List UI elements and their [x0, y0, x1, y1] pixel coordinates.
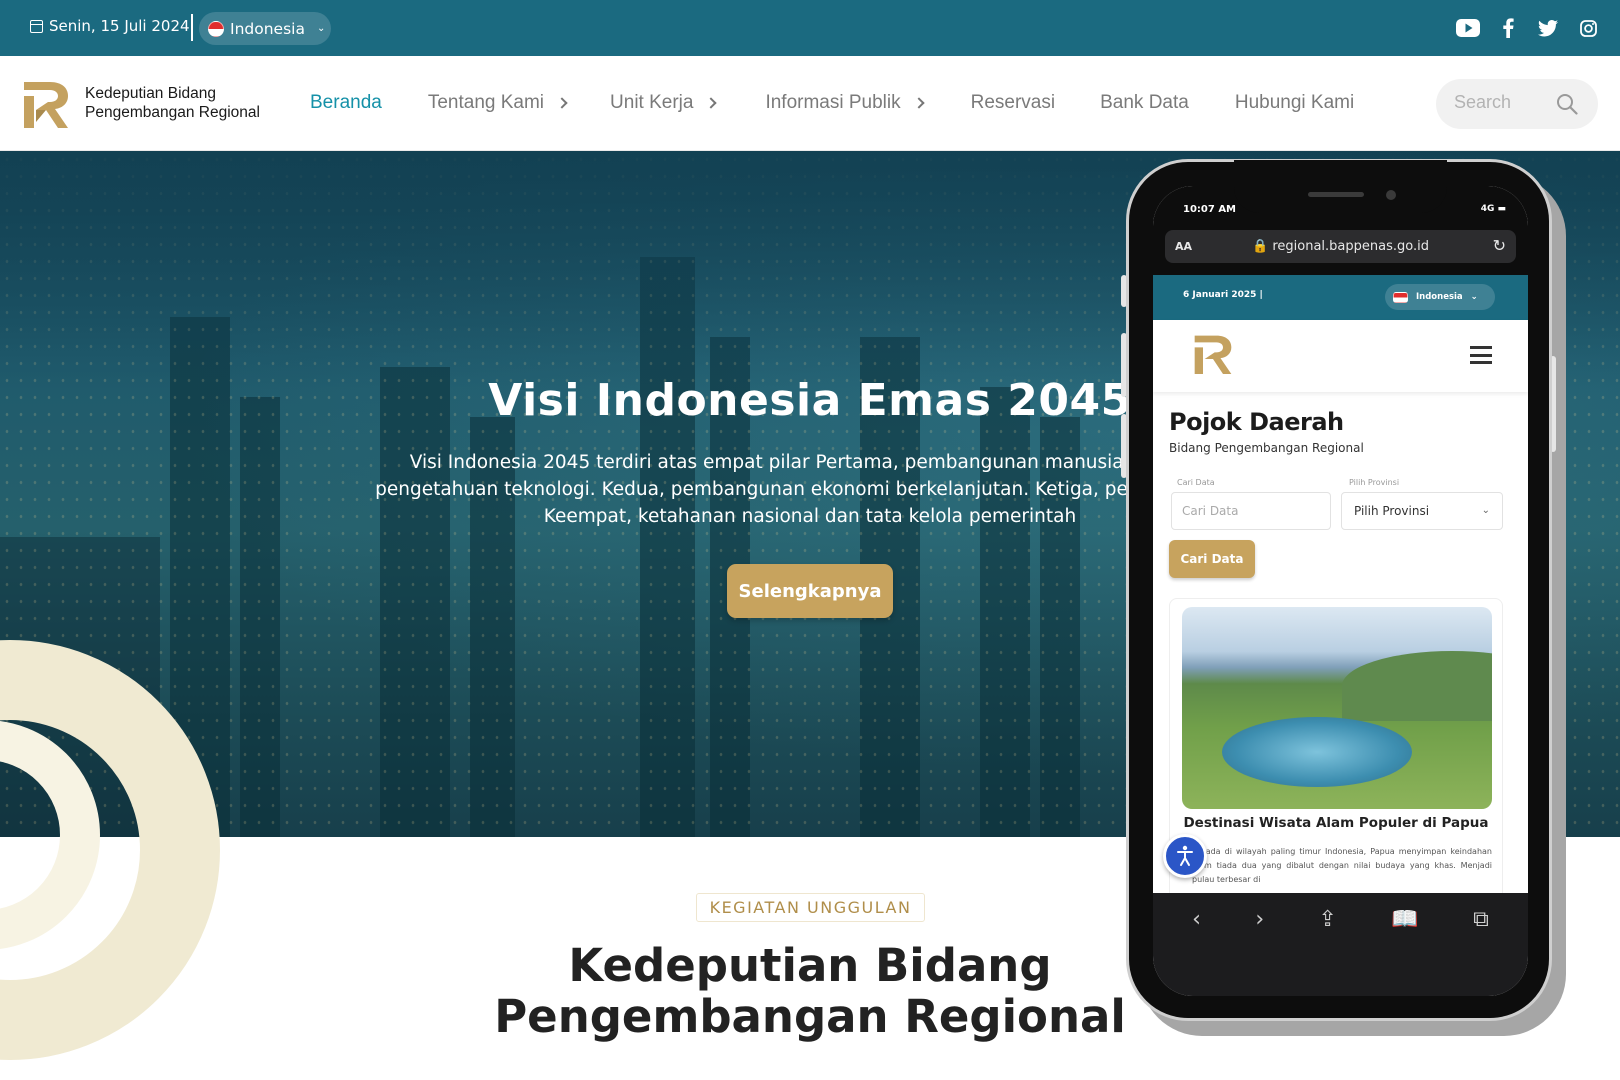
accessibility-icon[interactable] — [1163, 834, 1207, 878]
read-more-button[interactable]: Selengkapnya — [727, 564, 893, 618]
back-icon[interactable]: ‹ — [1192, 907, 1201, 996]
mobile-page-subtitle: Bidang Pengembangan Regional — [1169, 441, 1364, 455]
search-box — [1436, 79, 1598, 129]
brand-line-1: Kedeputian Bidang — [85, 85, 217, 102]
site-logo[interactable] — [1193, 332, 1233, 376]
search-input[interactable] — [1454, 92, 1554, 113]
indonesia-flag-icon — [208, 20, 224, 37]
section-tag: KEGIATAN UNGGULAN — [696, 893, 925, 922]
article-excerpt: Berada di wilayah paling timur Indonesia… — [1192, 847, 1492, 884]
nav-menu: Beranda Tentang Kami Unit Kerja Informas… — [310, 92, 1354, 114]
article-image — [1182, 607, 1492, 809]
site-logo[interactable] — [22, 78, 70, 130]
mobile-date: 6 Januari 2025 | — [1183, 290, 1263, 300]
chevron-down-icon: ⌄ — [1481, 505, 1490, 516]
chevron-right-icon — [912, 97, 925, 109]
nav-item-reservasi[interactable]: Reservasi — [971, 92, 1055, 114]
indonesia-flag-icon — [1393, 291, 1408, 303]
nav-item-bank-data[interactable]: Bank Data — [1100, 92, 1189, 114]
phone-screen: 10:07 AM 4G ▬ AA 🔒 regional.bappenas.go.… — [1153, 186, 1528, 996]
image-hill — [1342, 651, 1492, 721]
language-label: Indonesia — [230, 19, 305, 38]
tabs-icon[interactable]: ⧉ — [1473, 907, 1489, 996]
url-value: regional.bappenas.go.id — [1272, 239, 1429, 254]
twitter-icon[interactable] — [1536, 16, 1560, 40]
mobile-top-bar: 6 Januari 2025 | Indonesia ⌄ — [1153, 275, 1528, 320]
phone-notch — [1234, 160, 1447, 213]
status-time: 10:07 AM — [1183, 204, 1237, 215]
province-label: Pilih Provinsi — [1349, 478, 1400, 487]
nav-item-beranda[interactable]: Beranda — [310, 92, 382, 114]
nav-item-unit-kerja[interactable]: Unit Kerja — [610, 92, 718, 114]
section-heading: Kedeputian Bidang Pengembangan Regional — [494, 939, 1126, 1043]
top-bar: Senin, 15 Juli 2024 Indonesia ⌄ — [0, 0, 1620, 56]
url-text: 🔒 regional.bappenas.go.id — [1252, 239, 1429, 254]
main-navigation: Kedeputian Bidang Pengembangan Regional … — [0, 56, 1620, 151]
mobile-page-title: Pojok Daerah — [1169, 408, 1344, 436]
share-icon[interactable]: ⇪ — [1319, 907, 1337, 996]
nav-item-informasi-publik[interactable]: Informasi Publik — [765, 92, 925, 114]
province-select[interactable]: Pilih Provinsi ⌄ — [1341, 492, 1503, 530]
hero-description: Visi Indonesia 2045 terdiri atas empat p… — [375, 452, 1245, 527]
mobile-nav — [1153, 320, 1528, 392]
nav-label: Tentang Kami — [427, 92, 545, 113]
speaker — [1308, 192, 1364, 197]
calendar-icon — [30, 19, 43, 33]
province-value: Pilih Provinsi — [1354, 504, 1430, 518]
address-bar[interactable]: AA 🔒 regional.bappenas.go.id ↻ — [1165, 230, 1516, 263]
nav-label: Informasi Publik — [765, 92, 901, 113]
nav-item-tentang-kami[interactable]: Tentang Kami — [427, 92, 568, 114]
brand-line-2: Pengembangan Regional — [85, 104, 260, 121]
phone-mockup: 10:07 AM 4G ▬ AA 🔒 regional.bappenas.go.… — [1126, 159, 1552, 1021]
search-data-button[interactable]: Cari Data — [1169, 540, 1255, 578]
forward-icon[interactable]: › — [1255, 907, 1264, 996]
nav-label: Unit Kerja — [610, 92, 694, 113]
article-title: Destinasi Wisata Alam Populer di Papua — [1183, 815, 1489, 831]
divider — [191, 14, 193, 41]
chevron-right-icon — [705, 97, 718, 109]
page: Senin, 15 Juli 2024 Indonesia ⌄ Kedeputi… — [0, 0, 1620, 1080]
nav-label: Beranda — [310, 92, 382, 113]
signal-battery-icon: 4G ▬ — [1480, 204, 1506, 214]
hamburger-menu-icon[interactable] — [1470, 346, 1492, 364]
instagram-icon[interactable] — [1576, 16, 1600, 40]
search-label: Cari Data — [1177, 478, 1215, 487]
mobile-search-input[interactable]: Cari Data — [1171, 492, 1331, 530]
camera — [1386, 190, 1396, 200]
bookmarks-icon[interactable]: 📖 — [1391, 907, 1418, 996]
reader-icon[interactable]: AA — [1175, 240, 1192, 253]
search-icon[interactable] — [1556, 93, 1578, 115]
social-links — [1456, 16, 1600, 40]
nav-label: Reservasi — [970, 92, 1056, 113]
date-display: Senin, 15 Juli 2024 — [30, 17, 190, 35]
chevron-down-icon: ⌄ — [316, 23, 326, 34]
image-lake — [1222, 717, 1412, 787]
facebook-icon[interactable] — [1496, 16, 1520, 40]
language-selector[interactable]: Indonesia ⌄ — [199, 12, 331, 45]
nav-label: Hubungi Kami — [1234, 92, 1355, 113]
network-label: 4G — [1480, 204, 1495, 214]
mobile-language-selector[interactable]: Indonesia ⌄ — [1385, 284, 1495, 310]
brand-name[interactable]: Kedeputian Bidang Pengembangan Regional — [85, 84, 260, 122]
chevron-down-icon: ⌄ — [1470, 292, 1478, 302]
nav-label: Bank Data — [1100, 92, 1189, 113]
article-card[interactable]: Destinasi Wisata Alam Populer di Papua B… — [1169, 598, 1503, 918]
nav-item-hubungi-kami[interactable]: Hubungi Kami — [1235, 92, 1354, 114]
youtube-icon[interactable] — [1456, 16, 1480, 40]
reload-icon[interactable]: ↻ — [1493, 236, 1506, 255]
chevron-right-icon — [556, 97, 568, 109]
date-text: Senin, 15 Juli 2024 — [49, 17, 190, 35]
browser-toolbar: ‹ › ⇪ 📖 ⧉ — [1153, 893, 1528, 996]
mobile-language-label: Indonesia — [1416, 292, 1463, 302]
